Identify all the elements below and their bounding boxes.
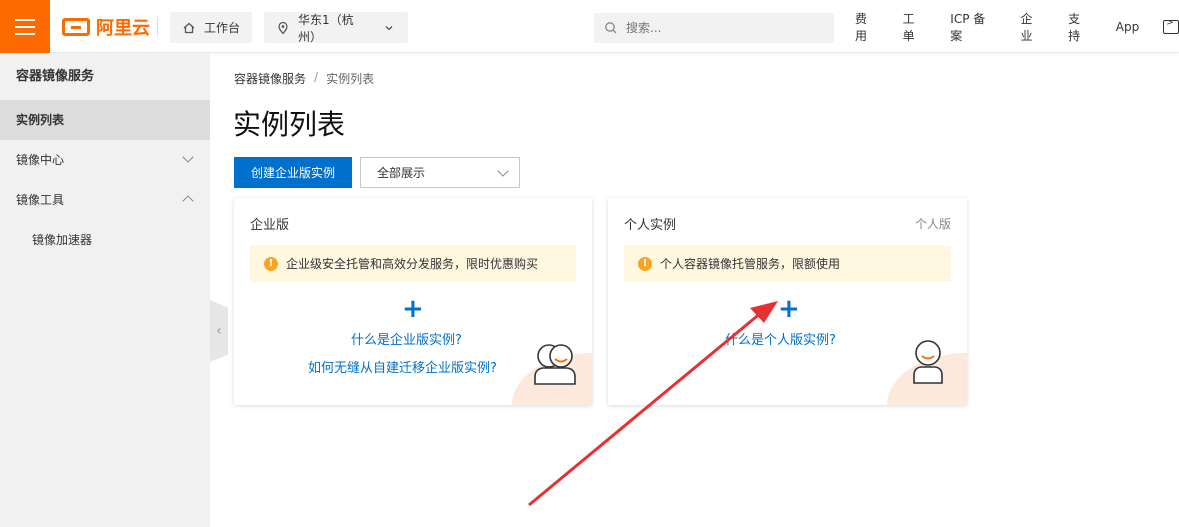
chevron-up-icon — [182, 195, 194, 207]
link-ticket[interactable]: 工单 — [903, 10, 927, 44]
add-enterprise-instance-plus-icon[interactable]: + — [402, 296, 424, 322]
workbench-label: 工作台 — [204, 21, 241, 35]
what-is-enterprise-link[interactable]: 什么是企业版实例? — [351, 329, 462, 348]
sidebar-collapse-handle[interactable]: ‹ — [210, 300, 228, 362]
sidebar-item-image-center[interactable]: 镜像中心 — [0, 140, 210, 180]
warning-icon: ! — [264, 256, 278, 271]
warning-icon: ! — [638, 256, 652, 271]
sidebar: 容器镜像服务 实例列表 镜像中心 镜像工具 镜像加速器 — [0, 53, 210, 527]
search-input[interactable] — [626, 21, 816, 35]
aliyun-logo-mark-icon — [62, 18, 90, 36]
link-app[interactable]: App — [1116, 20, 1139, 34]
region-label: 华东1（杭州） — [298, 12, 354, 44]
sidebar-item-label: 镜像工具 — [16, 193, 65, 207]
top-navbar: 阿里云 工作台 华东1（杭州） 费用 工单 ICP 备案 企业 支持 App — [0, 0, 1179, 53]
sidebar-item-label: 实例列表 — [16, 113, 65, 127]
add-personal-instance-plus-icon[interactable]: + — [778, 296, 800, 322]
chevron-left-icon: ‹ — [216, 323, 222, 339]
personal-instance-card: 个人实例 个人版 ! 个人容器镜像托管服务，限额使用 + 什么是个人版实例? — [608, 198, 967, 405]
notice-banner: ! 个人容器镜像托管服务，限额使用 — [624, 245, 951, 282]
enterprise-instance-card: 企业版 ! 企业级安全托管和高效分发服务，限时优惠购买 + 什么是企业版实例? … — [234, 198, 592, 405]
notice-banner: ! 企业级安全托管和高效分发服务，限时优惠购买 — [250, 245, 576, 282]
create-enterprise-instance-button[interactable]: 创建企业版实例 — [234, 157, 352, 188]
sidebar-item-image-tools[interactable]: 镜像工具 — [0, 180, 210, 220]
menu-line — [15, 18, 35, 21]
location-pin-icon — [278, 21, 288, 34]
aliyun-logo[interactable]: 阿里云 — [62, 14, 150, 40]
workbench-button[interactable]: 工作台 — [170, 12, 252, 43]
breadcrumb: 容器镜像服务 / 实例列表 — [234, 70, 374, 87]
chevron-down-icon — [385, 25, 393, 30]
user-icon — [913, 340, 943, 384]
menu-line — [15, 32, 35, 35]
home-icon — [183, 22, 195, 33]
what-is-personal-link[interactable]: 什么是个人版实例? — [725, 329, 836, 348]
sidebar-title: 容器镜像服务 — [16, 69, 95, 84]
instance-filter-select[interactable]: 全部展示 — [360, 157, 520, 188]
search-icon — [605, 22, 617, 34]
chevron-down-icon — [182, 151, 194, 163]
page-title: 实例列表 — [233, 108, 346, 141]
breadcrumb-current: 实例列表 — [326, 72, 375, 86]
link-enterprise[interactable]: 企业 — [1021, 10, 1045, 44]
chevron-down-icon — [497, 165, 509, 177]
top-links: 费用 工单 ICP 备案 企业 支持 App — [855, 0, 1179, 53]
migrate-enterprise-link[interactable]: 如何无缝从自建迁移企业版实例? — [308, 357, 497, 376]
breadcrumb-root[interactable]: 容器镜像服务 — [234, 70, 306, 87]
card-tag: 个人版 — [914, 217, 951, 231]
breadcrumb-separator: / — [314, 70, 319, 84]
select-value: 全部展示 — [377, 166, 426, 180]
sidebar-item-instance-list[interactable]: 实例列表 — [0, 100, 210, 140]
group-users-icon — [534, 344, 576, 385]
menu-line — [15, 25, 35, 28]
sidebar-item-image-accelerator[interactable]: 镜像加速器 — [0, 220, 210, 260]
notice-text: 个人容器镜像托管服务，限额使用 — [660, 257, 841, 271]
sidebar-item-label: 镜像中心 — [16, 153, 65, 167]
link-billing[interactable]: 费用 — [855, 10, 879, 44]
sidebar-item-label: 镜像加速器 — [32, 233, 93, 247]
notice-text: 企业级安全托管和高效分发服务，限时优惠购买 — [286, 257, 539, 271]
card-title: 个人实例 — [624, 218, 677, 233]
divider — [157, 17, 158, 37]
global-search[interactable] — [594, 13, 834, 43]
link-support[interactable]: 支持 — [1068, 10, 1092, 44]
card-title: 企业版 — [250, 218, 290, 233]
hamburger-menu-button[interactable] — [0, 0, 50, 53]
cloud-shell-terminal-icon[interactable] — [1163, 18, 1179, 34]
link-icp[interactable]: ICP 备案 — [950, 10, 996, 44]
region-selector[interactable]: 华东1（杭州） — [264, 12, 408, 44]
logo-text: 阿里云 — [96, 18, 150, 39]
